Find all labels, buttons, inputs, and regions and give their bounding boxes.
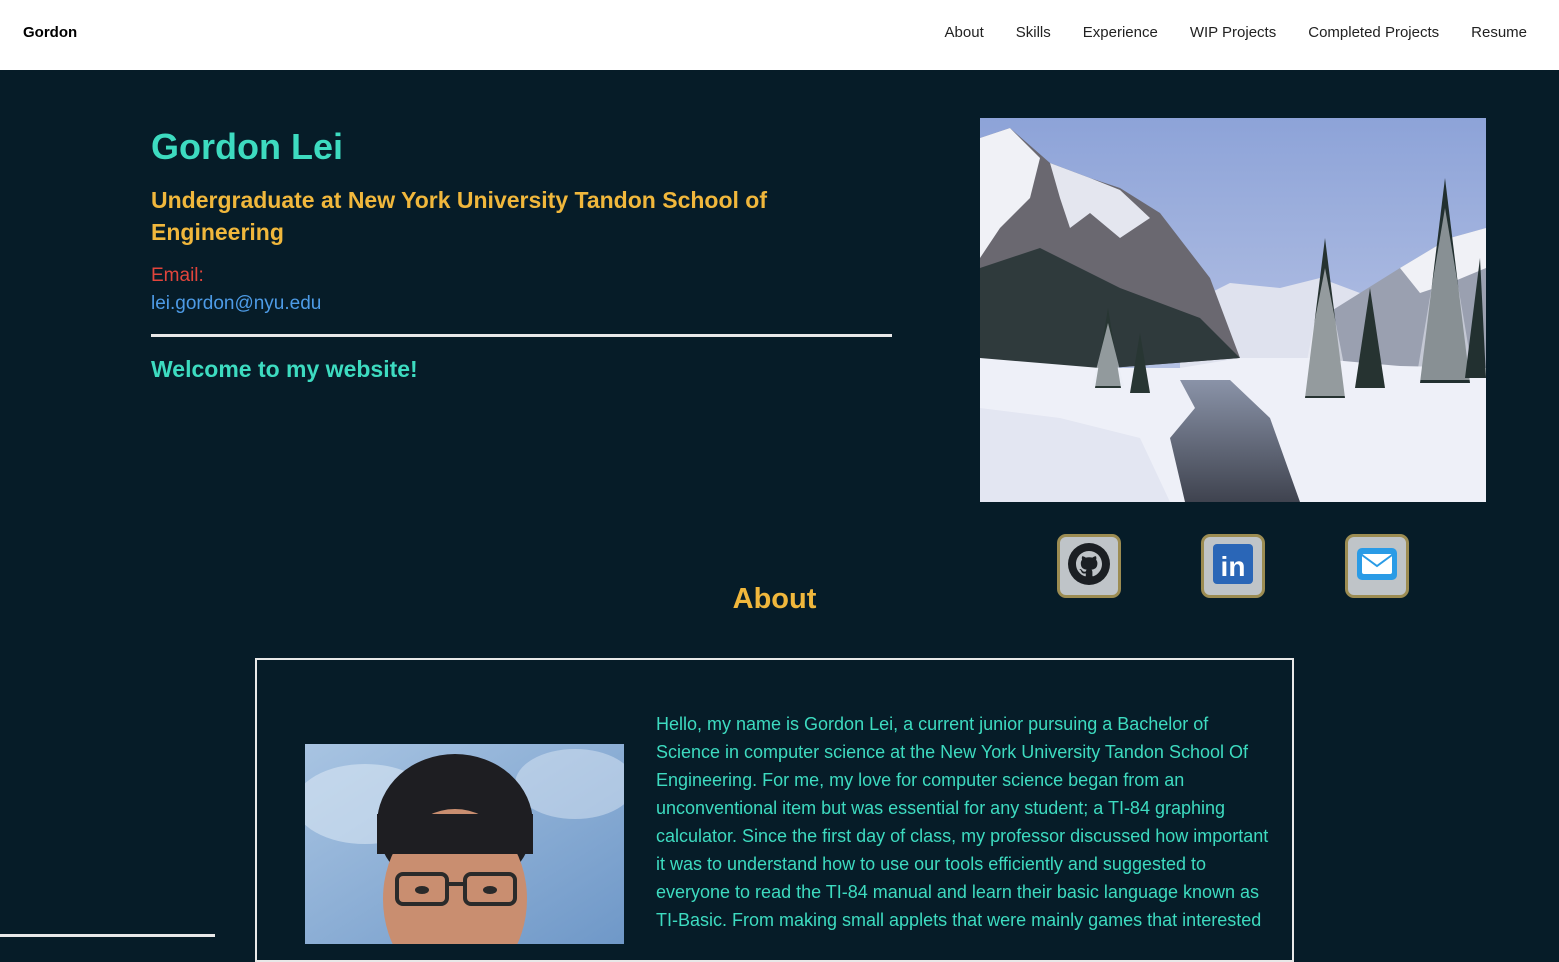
nav-link-completed-projects[interactable]: Completed Projects bbox=[1308, 24, 1439, 41]
profile-photo bbox=[305, 744, 624, 944]
hero-divider bbox=[151, 334, 892, 337]
navbar: Gordon About Skills Experience WIP Proje… bbox=[0, 0, 1559, 70]
landscape-photo bbox=[980, 118, 1486, 502]
brand-link[interactable]: Gordon bbox=[23, 24, 77, 41]
email-label: Email: bbox=[151, 265, 204, 286]
nav-link-about[interactable]: About bbox=[945, 24, 984, 41]
hero-name: Gordon Lei bbox=[151, 126, 343, 167]
nav-link-wip-projects[interactable]: WIP Projects bbox=[1190, 24, 1276, 41]
email-link[interactable]: lei.gordon@nyu.edu bbox=[151, 293, 321, 315]
about-card: Hello, my name is Gordon Lei, a current … bbox=[255, 658, 1294, 962]
nav-links: About Skills Experience WIP Projects Com… bbox=[945, 24, 1527, 41]
nav-link-skills[interactable]: Skills bbox=[1016, 24, 1051, 41]
nav-link-resume[interactable]: Resume bbox=[1471, 24, 1527, 41]
linkedin-icon-text: in bbox=[1221, 551, 1246, 582]
welcome-message: Welcome to my website! bbox=[151, 356, 418, 382]
about-text: Hello, my name is Gordon Lei, a current … bbox=[656, 714, 1269, 930]
about-heading: About bbox=[732, 583, 817, 615]
nav-link-experience[interactable]: Experience bbox=[1083, 24, 1158, 41]
hero-subtitle: Undergraduate at New York University Tan… bbox=[151, 187, 767, 245]
